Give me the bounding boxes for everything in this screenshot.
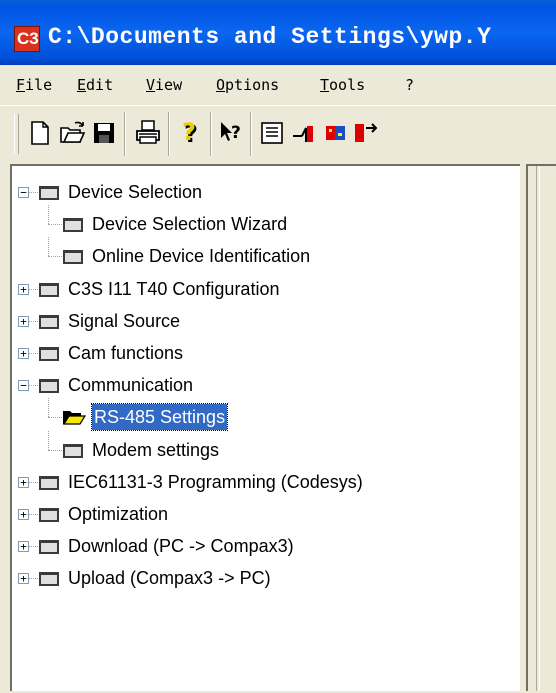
expand-icon[interactable]: + <box>18 509 29 520</box>
tree-connector <box>29 288 38 291</box>
folder-icon <box>38 377 60 394</box>
menu-edit[interactable]: Edit <box>77 76 113 94</box>
signal-icon[interactable] <box>290 118 318 148</box>
expand-icon[interactable]: + <box>18 283 29 295</box>
expand-icon[interactable]: + <box>18 476 29 488</box>
folder-icon <box>38 313 60 330</box>
tree-connector <box>48 449 62 452</box>
tree-connector <box>29 481 38 484</box>
menu-view[interactable]: View <box>146 76 182 94</box>
tree-node-label[interactable]: Upload (Compax3 -> PC) <box>68 565 271 591</box>
tree-node[interactable]: Device Selection Wizard <box>12 205 517 237</box>
tree-node[interactable]: RS-485 Settings <box>12 398 517 432</box>
svg-text:?: ? <box>231 123 241 143</box>
tree-connector <box>48 398 50 418</box>
tree-connector <box>29 192 38 194</box>
tree-connector <box>48 237 50 257</box>
tree-connector <box>48 224 62 226</box>
print-icon[interactable] <box>134 118 162 148</box>
tree-node[interactable]: + C3S I11 T40 Configuration <box>12 276 517 302</box>
tree-connector <box>29 353 38 355</box>
transfer-icon[interactable] <box>352 118 380 148</box>
expand-icon[interactable]: + <box>18 541 29 553</box>
folder-icon <box>38 474 60 491</box>
navigation-tree: − Device Selection Device Selection Wizard… <box>12 166 522 693</box>
tree-node[interactable]: + Upload (Compax3 -> PC) <box>12 565 517 591</box>
tree-connector <box>29 578 38 580</box>
tree-node-label[interactable]: Optimization <box>68 501 168 527</box>
tree-node[interactable]: + IEC61131-3 Programming (Codesys) <box>12 469 517 495</box>
tree-node[interactable]: Modem settings <box>12 430 517 463</box>
save-icon[interactable] <box>90 118 118 148</box>
folder-open-icon <box>62 409 86 426</box>
tree-connector <box>48 417 62 419</box>
tree-node-label[interactable]: RS-485 Settings <box>90 403 229 432</box>
tree-node[interactable]: + Download (PC -> Compax3) <box>12 533 517 559</box>
window-title: C:\Documents and Settings\ywp.Y <box>48 24 492 50</box>
menu-file[interactable]: File <box>16 76 52 94</box>
toolbar-separator <box>210 112 212 156</box>
folder-icon <box>62 248 84 265</box>
context-help-icon[interactable]: ? <box>218 118 246 148</box>
folder-icon <box>38 184 60 201</box>
toolbar-separator <box>250 112 252 156</box>
title-bar[interactable]: C3 C:\Documents and Settings\ywp.Y <box>0 0 556 65</box>
folder-icon <box>38 570 60 587</box>
tree-connector <box>29 320 38 323</box>
tree-node[interactable]: + Signal Source <box>12 308 517 334</box>
tree-node-label[interactable]: IEC61131-3 Programming (Codesys) <box>68 469 363 495</box>
properties-icon[interactable] <box>258 118 286 148</box>
tree-node[interactable]: − Communication <box>12 372 517 398</box>
toolbar-separator <box>124 112 126 156</box>
menu-help[interactable]: ? <box>405 76 414 94</box>
menu-bar: File Edit View Options Tools ? <box>0 65 556 105</box>
help-icon[interactable]: ?? <box>176 118 204 148</box>
tree-connector <box>48 430 50 450</box>
content-panel <box>526 164 556 691</box>
expand-icon[interactable]: + <box>18 348 29 359</box>
navigation-tree-panel: − Device Selection Device Selection Wizard… <box>10 164 520 691</box>
tree-connector <box>29 546 38 548</box>
expand-icon[interactable]: + <box>18 315 29 327</box>
tree-node-label[interactable]: Device Selection <box>68 179 202 205</box>
tree-connector <box>48 256 62 258</box>
menu-options[interactable]: Options <box>216 76 279 94</box>
collapse-icon[interactable]: − <box>18 380 29 392</box>
folder-icon <box>62 216 84 233</box>
tree-node-label[interactable]: Online Device Identification <box>92 243 310 269</box>
tree-node-label[interactable]: Communication <box>68 372 193 398</box>
new-document-icon[interactable] <box>26 118 54 148</box>
tree-node-label[interactable]: C3S I11 T40 Configuration <box>68 276 279 302</box>
tree-node-label[interactable]: Signal Source <box>68 308 180 334</box>
folder-icon <box>62 442 84 459</box>
tree-node[interactable]: − Device Selection <box>12 179 517 205</box>
folder-icon <box>38 538 60 555</box>
collapse-icon[interactable]: − <box>18 187 29 198</box>
menu-tools[interactable]: Tools <box>320 76 365 94</box>
open-folder-icon[interactable] <box>58 118 86 148</box>
tree-node[interactable]: + Optimization <box>12 501 517 527</box>
folder-icon <box>38 345 60 362</box>
app-icon[interactable]: C3 <box>14 26 40 52</box>
folder-icon <box>38 281 60 298</box>
splitter[interactable] <box>536 166 540 691</box>
tree-connector <box>29 385 38 387</box>
expand-icon[interactable]: + <box>18 573 29 585</box>
tree-node-label[interactable]: Cam functions <box>68 340 183 366</box>
folder-icon <box>38 506 60 523</box>
tree-connector <box>29 514 38 516</box>
tree-node[interactable]: + Cam functions <box>12 340 517 366</box>
toolbar-grip[interactable] <box>14 114 19 154</box>
svg-text:?: ? <box>182 118 196 146</box>
tree-node-label[interactable]: Device Selection Wizard <box>92 211 287 237</box>
device-icon[interactable] <box>322 118 350 148</box>
tree-connector <box>48 205 50 225</box>
tree-node[interactable]: Online Device Identification <box>12 237 517 269</box>
tree-node-label[interactable]: Download (PC -> Compax3) <box>68 533 294 559</box>
tree-node-label[interactable]: Modem settings <box>92 437 219 463</box>
toolbar: ?? ? <box>0 105 556 162</box>
toolbar-separator <box>168 112 170 156</box>
app-icon-label: C3 <box>17 29 39 48</box>
